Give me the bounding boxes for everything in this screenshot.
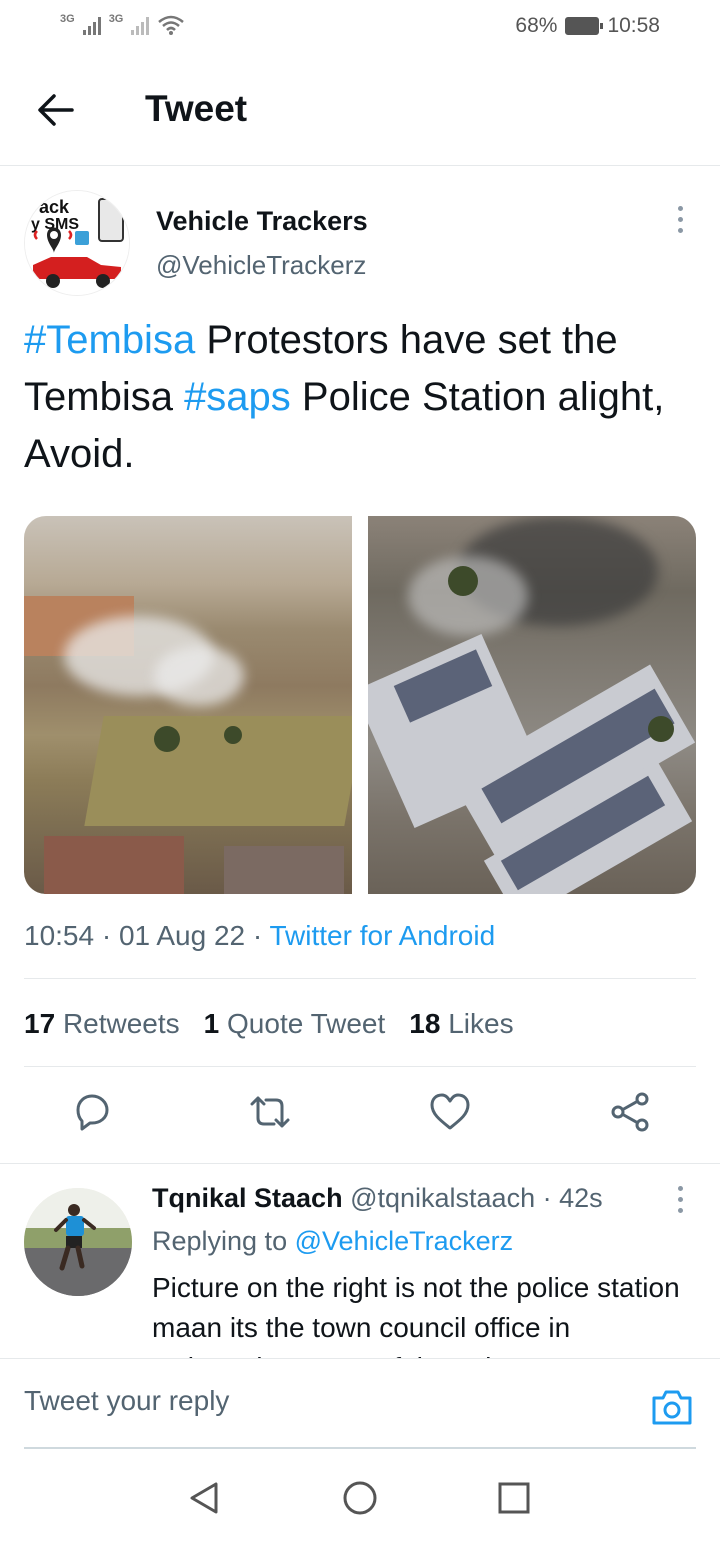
more-dot — [677, 1197, 683, 1202]
tweet-source-link[interactable]: Twitter for Android — [269, 920, 495, 951]
reply-input[interactable]: Tweet your reply — [24, 1385, 229, 1417]
back-button[interactable] — [36, 90, 76, 130]
tweet-stats: 17 Retweets 1 Quote Tweet 18 Likes — [24, 1008, 514, 1040]
hashtag-link[interactable]: #saps — [184, 375, 291, 419]
retweets-stat[interactable]: 17 Retweets — [24, 1008, 180, 1040]
camera-icon — [652, 1390, 692, 1425]
likes-label: Likes — [448, 1008, 514, 1039]
more-options-button[interactable] — [672, 206, 688, 238]
tree-shape — [648, 716, 674, 742]
photo-aerial-smoke-left[interactable] — [24, 516, 352, 894]
tweet-timestamp: 10:54 · 01 Aug 22 · Twitter for Android — [24, 920, 495, 952]
meta-separator: · — [542, 1183, 552, 1213]
reply-composer: Tweet your reply — [0, 1358, 720, 1450]
likes-count: 18 — [409, 1008, 441, 1039]
signal-indicators: 3G 3G — [60, 13, 185, 36]
hashtag-link[interactable]: #Tembisa — [24, 318, 195, 362]
heart-icon — [430, 1093, 470, 1130]
author-handle[interactable]: @VehicleTrackerz — [156, 250, 366, 281]
reply-age: 42s — [559, 1183, 603, 1213]
reply-icon — [76, 1094, 109, 1131]
page-title: Tweet — [145, 88, 248, 129]
avatar[interactable]: ack y SMS — [24, 190, 130, 296]
retweets-count: 17 — [24, 1008, 56, 1039]
tweet-media — [24, 516, 696, 894]
meta-separator: · — [252, 920, 263, 951]
clock: 10:58 — [607, 14, 660, 37]
divider — [0, 1163, 720, 1164]
logo-text-1: ack — [39, 197, 70, 217]
photo-aerial-building-right[interactable] — [368, 516, 696, 894]
triangle-back-icon — [190, 1482, 218, 1514]
share-icon — [611, 1092, 649, 1132]
tree-shape — [154, 726, 180, 752]
nav-home-button[interactable] — [340, 1478, 380, 1518]
replying-to: Replying to @VehicleTrackerz — [152, 1226, 513, 1257]
smoke-shape — [154, 646, 244, 706]
nav-recents-button[interactable] — [494, 1478, 534, 1518]
tweet-actions — [0, 1090, 720, 1142]
more-dots-icon — [677, 206, 683, 211]
battery-percent: 68% — [515, 14, 558, 37]
mention-link[interactable]: @VehicleTrackerz — [295, 1226, 513, 1256]
battery-icon — [565, 17, 604, 35]
reply-avatar[interactable] — [24, 1188, 132, 1296]
wifi-icon — [158, 15, 185, 35]
field-shape — [84, 716, 352, 826]
signal-bars-icon — [82, 15, 101, 35]
signal-type-1: 3G — [60, 13, 75, 25]
divider — [24, 1066, 696, 1067]
roof-shape — [224, 846, 344, 894]
tree-shape — [448, 566, 478, 596]
likes-stat[interactable]: 18 Likes — [409, 1008, 513, 1040]
top-app-bar: Tweet — [0, 60, 720, 166]
more-dot — [677, 1208, 683, 1213]
square-recents-icon — [498, 1482, 530, 1514]
tweet-date: 01 Aug 22 — [118, 920, 246, 951]
circle-home-icon — [343, 1481, 377, 1515]
meta-separator: · — [101, 920, 112, 951]
system-navigation-bar — [0, 1458, 720, 1541]
reply-author-name[interactable]: Tqnikal Staach — [152, 1183, 343, 1213]
input-underline — [24, 1447, 696, 1449]
nav-back-button[interactable] — [186, 1478, 226, 1518]
status-right: 68% 10:58 — [515, 14, 660, 38]
quotes-count: 1 — [203, 1008, 220, 1039]
status-bar: 3G 3G 68% 10:58 — [0, 0, 720, 56]
camera-button[interactable] — [650, 1387, 694, 1427]
like-button[interactable] — [428, 1090, 472, 1134]
retweets-label: Retweets — [62, 1008, 180, 1039]
tree-shape — [224, 726, 242, 744]
more-dots-icon — [677, 1186, 683, 1191]
divider — [24, 978, 696, 979]
quotes-label: Quote Tweet — [227, 1008, 386, 1039]
reply-author-handle[interactable]: @tqnikalstaach — [350, 1183, 535, 1213]
share-button[interactable] — [608, 1090, 652, 1134]
signal-type-2: 3G — [108, 13, 124, 25]
reply-more-options-button[interactable] — [672, 1186, 688, 1218]
signal-bars-icon — [131, 15, 150, 35]
author-name[interactable]: Vehicle Trackers — [156, 206, 368, 237]
replying-prefix: Replying to — [152, 1226, 288, 1256]
quotes-stat[interactable]: 1 Quote Tweet — [204, 1008, 386, 1040]
roof-shape — [44, 836, 184, 894]
reply-button[interactable] — [70, 1090, 114, 1134]
tweet-time: 10:54 — [24, 920, 95, 951]
vehicle-trackers-logo: ack y SMS — [25, 191, 129, 295]
retweet-button[interactable] — [248, 1090, 292, 1134]
retweet-icon — [250, 1096, 290, 1128]
back-arrow-icon — [38, 94, 74, 126]
runner-avatar-image — [24, 1188, 132, 1296]
reply-header: Tqnikal Staach @tqnikalstaach · 42s — [152, 1183, 603, 1214]
tweet-text: #Tembisa Protestors have set the Tembisa… — [24, 312, 704, 483]
reply-text: Picture on the right is not the police s… — [152, 1272, 680, 1358]
more-dot — [677, 217, 683, 222]
more-dot — [677, 228, 683, 233]
